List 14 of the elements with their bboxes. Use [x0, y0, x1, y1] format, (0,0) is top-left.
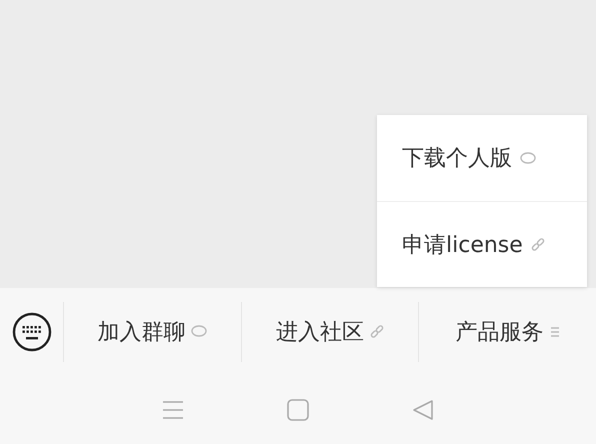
- popup-menu-item[interactable]: 申请license: [377, 201, 587, 287]
- link-icon: [370, 324, 384, 338]
- link-icon: [530, 238, 545, 252]
- menu-bar-item[interactable]: 进入社区: [240, 302, 418, 362]
- keyboard-icon[interactable]: [12, 312, 52, 352]
- popup-menu-item[interactable]: 下载个人版: [377, 115, 587, 201]
- menu-icon[interactable]: [162, 400, 184, 420]
- back-icon[interactable]: [412, 398, 434, 420]
- home-icon[interactable]: [286, 398, 309, 420]
- menu-bar-item[interactable]: 加入群聊: [63, 302, 241, 362]
- menu-icon: [550, 326, 560, 338]
- speech-bubble-icon: [191, 325, 208, 338]
- speech-bubble-icon: [520, 152, 536, 164]
- menu-bar-item[interactable]: 产品服务: [418, 302, 596, 362]
